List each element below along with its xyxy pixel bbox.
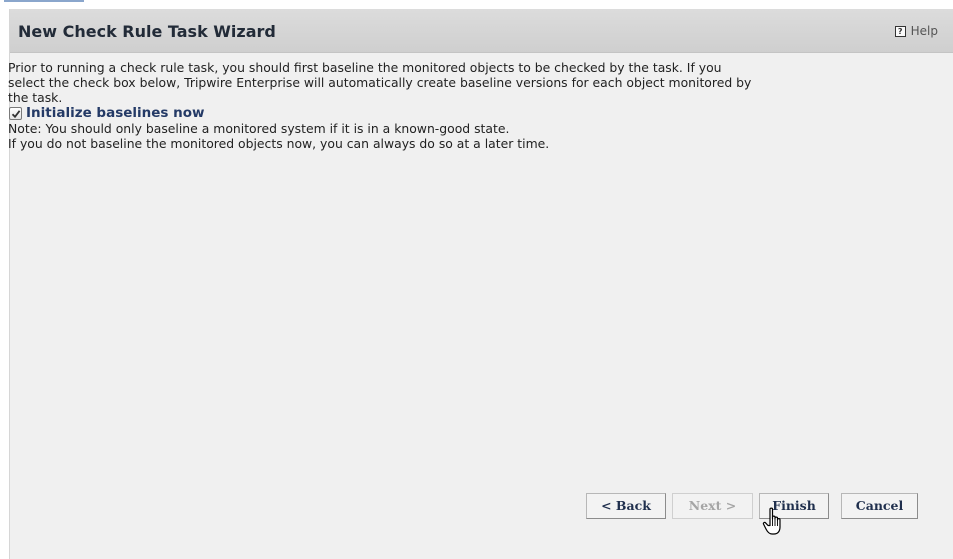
intro-text-line-1: Prior to running a check rule task, you … bbox=[8, 60, 722, 75]
help-label: Help bbox=[910, 24, 938, 38]
top-accent bbox=[4, 0, 84, 2]
intro-text-line-3: the task. bbox=[8, 90, 63, 105]
note-line-2: If you do not baseline the monitored obj… bbox=[8, 136, 550, 151]
back-button[interactable]: < Back bbox=[586, 493, 666, 519]
wizard-titlebar: New Check Rule Task Wizard ? Help bbox=[10, 9, 953, 53]
initialize-baselines-row[interactable]: Initialize baselines now bbox=[8, 105, 938, 121]
page: New Check Rule Task Wizard ? Help Prior … bbox=[0, 0, 953, 559]
cancel-button[interactable]: Cancel bbox=[841, 493, 918, 519]
note-line-1: Note: You should only baseline a monitor… bbox=[8, 121, 510, 136]
initialize-baselines-label[interactable]: Initialize baselines now bbox=[26, 105, 205, 121]
wizard-button-bar: < Back Next > Finish Cancel bbox=[586, 493, 918, 519]
intro-text-line-2: select the check box below, Tripwire Ent… bbox=[8, 75, 752, 90]
wizard-content: Prior to running a check rule task, you … bbox=[8, 60, 938, 151]
initialize-baselines-checkbox[interactable] bbox=[9, 106, 22, 120]
next-button: Next > bbox=[672, 493, 753, 519]
checkmark-icon bbox=[11, 109, 21, 118]
top-strip bbox=[0, 0, 953, 8]
help-link[interactable]: ? Help bbox=[894, 24, 938, 38]
finish-button[interactable]: Finish bbox=[759, 493, 829, 519]
help-icon: ? bbox=[894, 25, 906, 37]
wizard-title: New Check Rule Task Wizard bbox=[18, 22, 276, 41]
